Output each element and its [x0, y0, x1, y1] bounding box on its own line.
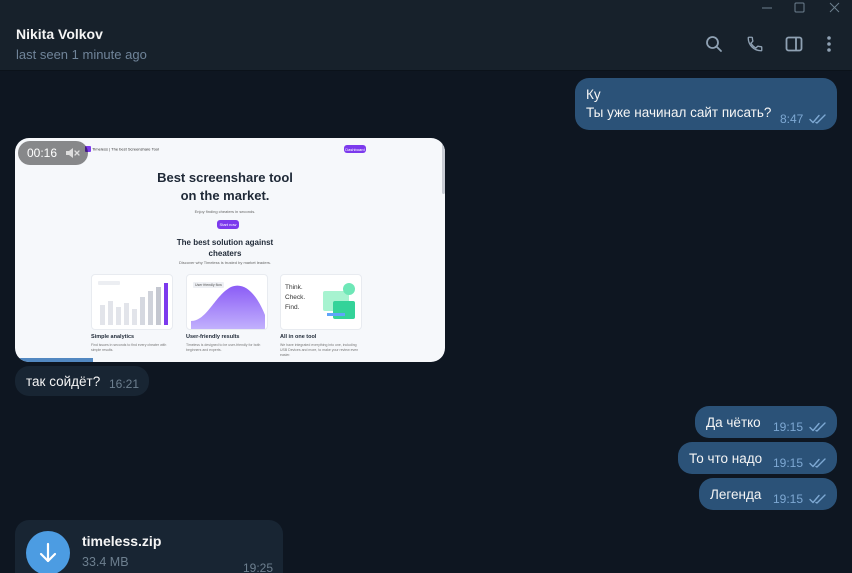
message-time: 19:15	[773, 492, 804, 506]
message-time: 8:47	[780, 112, 804, 126]
outgoing-message[interactable]: То что надо 19:15	[678, 442, 837, 474]
message-text: Ку	[586, 87, 601, 102]
site-card-results: User friendly flow	[186, 274, 268, 330]
message-list[interactable]: Ку Ты уже начинал сайт писать? 8:47 Time…	[0, 72, 852, 573]
close-icon[interactable]	[822, 0, 846, 14]
message-time: 19:15	[773, 420, 804, 434]
outgoing-message[interactable]: Легенда 19:15	[699, 478, 837, 510]
message-meta: 19:15	[773, 454, 828, 472]
site-card-text: Find issues in seconds to find every che…	[91, 343, 167, 352]
message-text: Да чётко	[706, 415, 761, 430]
more-vertical-icon[interactable]	[818, 33, 840, 55]
site-hero-sub: Enjoy finding cheaters in seconds.	[194, 209, 256, 214]
site-card-analytics	[91, 274, 173, 330]
minimize-icon[interactable]	[755, 0, 779, 14]
site-card-text: We have integrated everything into one, …	[280, 343, 359, 357]
message-meta: 19:15	[773, 490, 828, 508]
site-dashboard-button: Dashboard	[344, 145, 366, 153]
window-titlebar	[0, 0, 852, 17]
phone-icon[interactable]	[744, 33, 766, 55]
site-card-all-in-one: Think. Check. Find.	[280, 274, 362, 330]
incoming-message[interactable]: так сойдёт? 16:21	[15, 366, 149, 396]
outgoing-message[interactable]: Да чётко 19:15	[695, 406, 837, 438]
site-section-line2: cheaters	[208, 249, 242, 258]
file-size: 33.4 MB	[82, 555, 129, 569]
double-check-icon	[809, 114, 827, 124]
site-card-title: All in one tool	[280, 334, 317, 340]
message-text: так сойдёт?	[26, 374, 101, 389]
site-word: Check.	[285, 294, 306, 301]
sidebar-toggle-icon[interactable]	[783, 33, 805, 55]
download-arrow-icon	[39, 542, 57, 563]
download-button[interactable]	[26, 531, 70, 573]
message-text: Легенда	[710, 487, 762, 502]
message-text: Ты уже начинал сайт писать?	[586, 105, 772, 120]
site-word: Find.	[285, 304, 300, 311]
double-check-icon	[809, 494, 826, 504]
message-meta: 8:47	[780, 110, 828, 128]
file-name[interactable]: timeless.zip	[82, 533, 161, 549]
message-meta: 19:15	[773, 418, 828, 436]
site-section-line1: The best solution against	[176, 238, 274, 247]
message-time: 19:25	[243, 561, 274, 573]
contact-status: last seen 1 minute ago	[16, 47, 147, 62]
message-time: 19:15	[773, 456, 804, 470]
site-card-tag: User friendly flow	[193, 282, 224, 288]
chat-header: Nikita Volkov last seen 1 minute ago	[0, 17, 852, 71]
site-hero-line2: on the market.	[180, 188, 270, 203]
video-progress-bar	[15, 358, 93, 362]
site-cta-button: Start now	[217, 220, 239, 229]
contact-name[interactable]: Nikita Volkov	[16, 26, 103, 42]
message-meta: 16:21	[109, 375, 139, 393]
video-thumbnail: Timeless | The best Screenshare Tool Das…	[85, 138, 445, 362]
site-card-title: Simple analytics	[91, 334, 135, 340]
site-header: Timeless | The best Screenshare Tool	[85, 146, 385, 156]
site-card-title: User-friendly results	[186, 334, 240, 340]
site-word: Think.	[285, 284, 303, 291]
double-check-icon	[809, 422, 826, 432]
message-time: 16:21	[109, 377, 140, 391]
double-check-icon	[809, 458, 826, 468]
search-icon[interactable]	[703, 33, 725, 55]
file-message[interactable]: timeless.zip 33.4 MB 19:25	[15, 520, 283, 573]
video-duration-badge: 00:16	[18, 141, 88, 165]
site-card-text: Timeless is designed to be user-friendly…	[186, 343, 261, 352]
outgoing-message[interactable]: Ку Ты уже начинал сайт писать? 8:47	[575, 78, 837, 130]
site-hero-line1: Best screenshare tool	[157, 170, 293, 185]
video-duration: 00:16	[27, 146, 58, 160]
maximize-icon[interactable]	[787, 0, 811, 14]
message-text: То что надо	[689, 451, 763, 466]
site-scrollbar	[442, 138, 445, 194]
site-section-sub: Discover why Timeless is trusted by mark…	[178, 260, 272, 265]
video-message[interactable]: Timeless | The best Screenshare Tool Das…	[15, 138, 445, 362]
muted-icon[interactable]	[65, 147, 80, 159]
site-title: Timeless | The best Screenshare Tool	[92, 146, 159, 152]
